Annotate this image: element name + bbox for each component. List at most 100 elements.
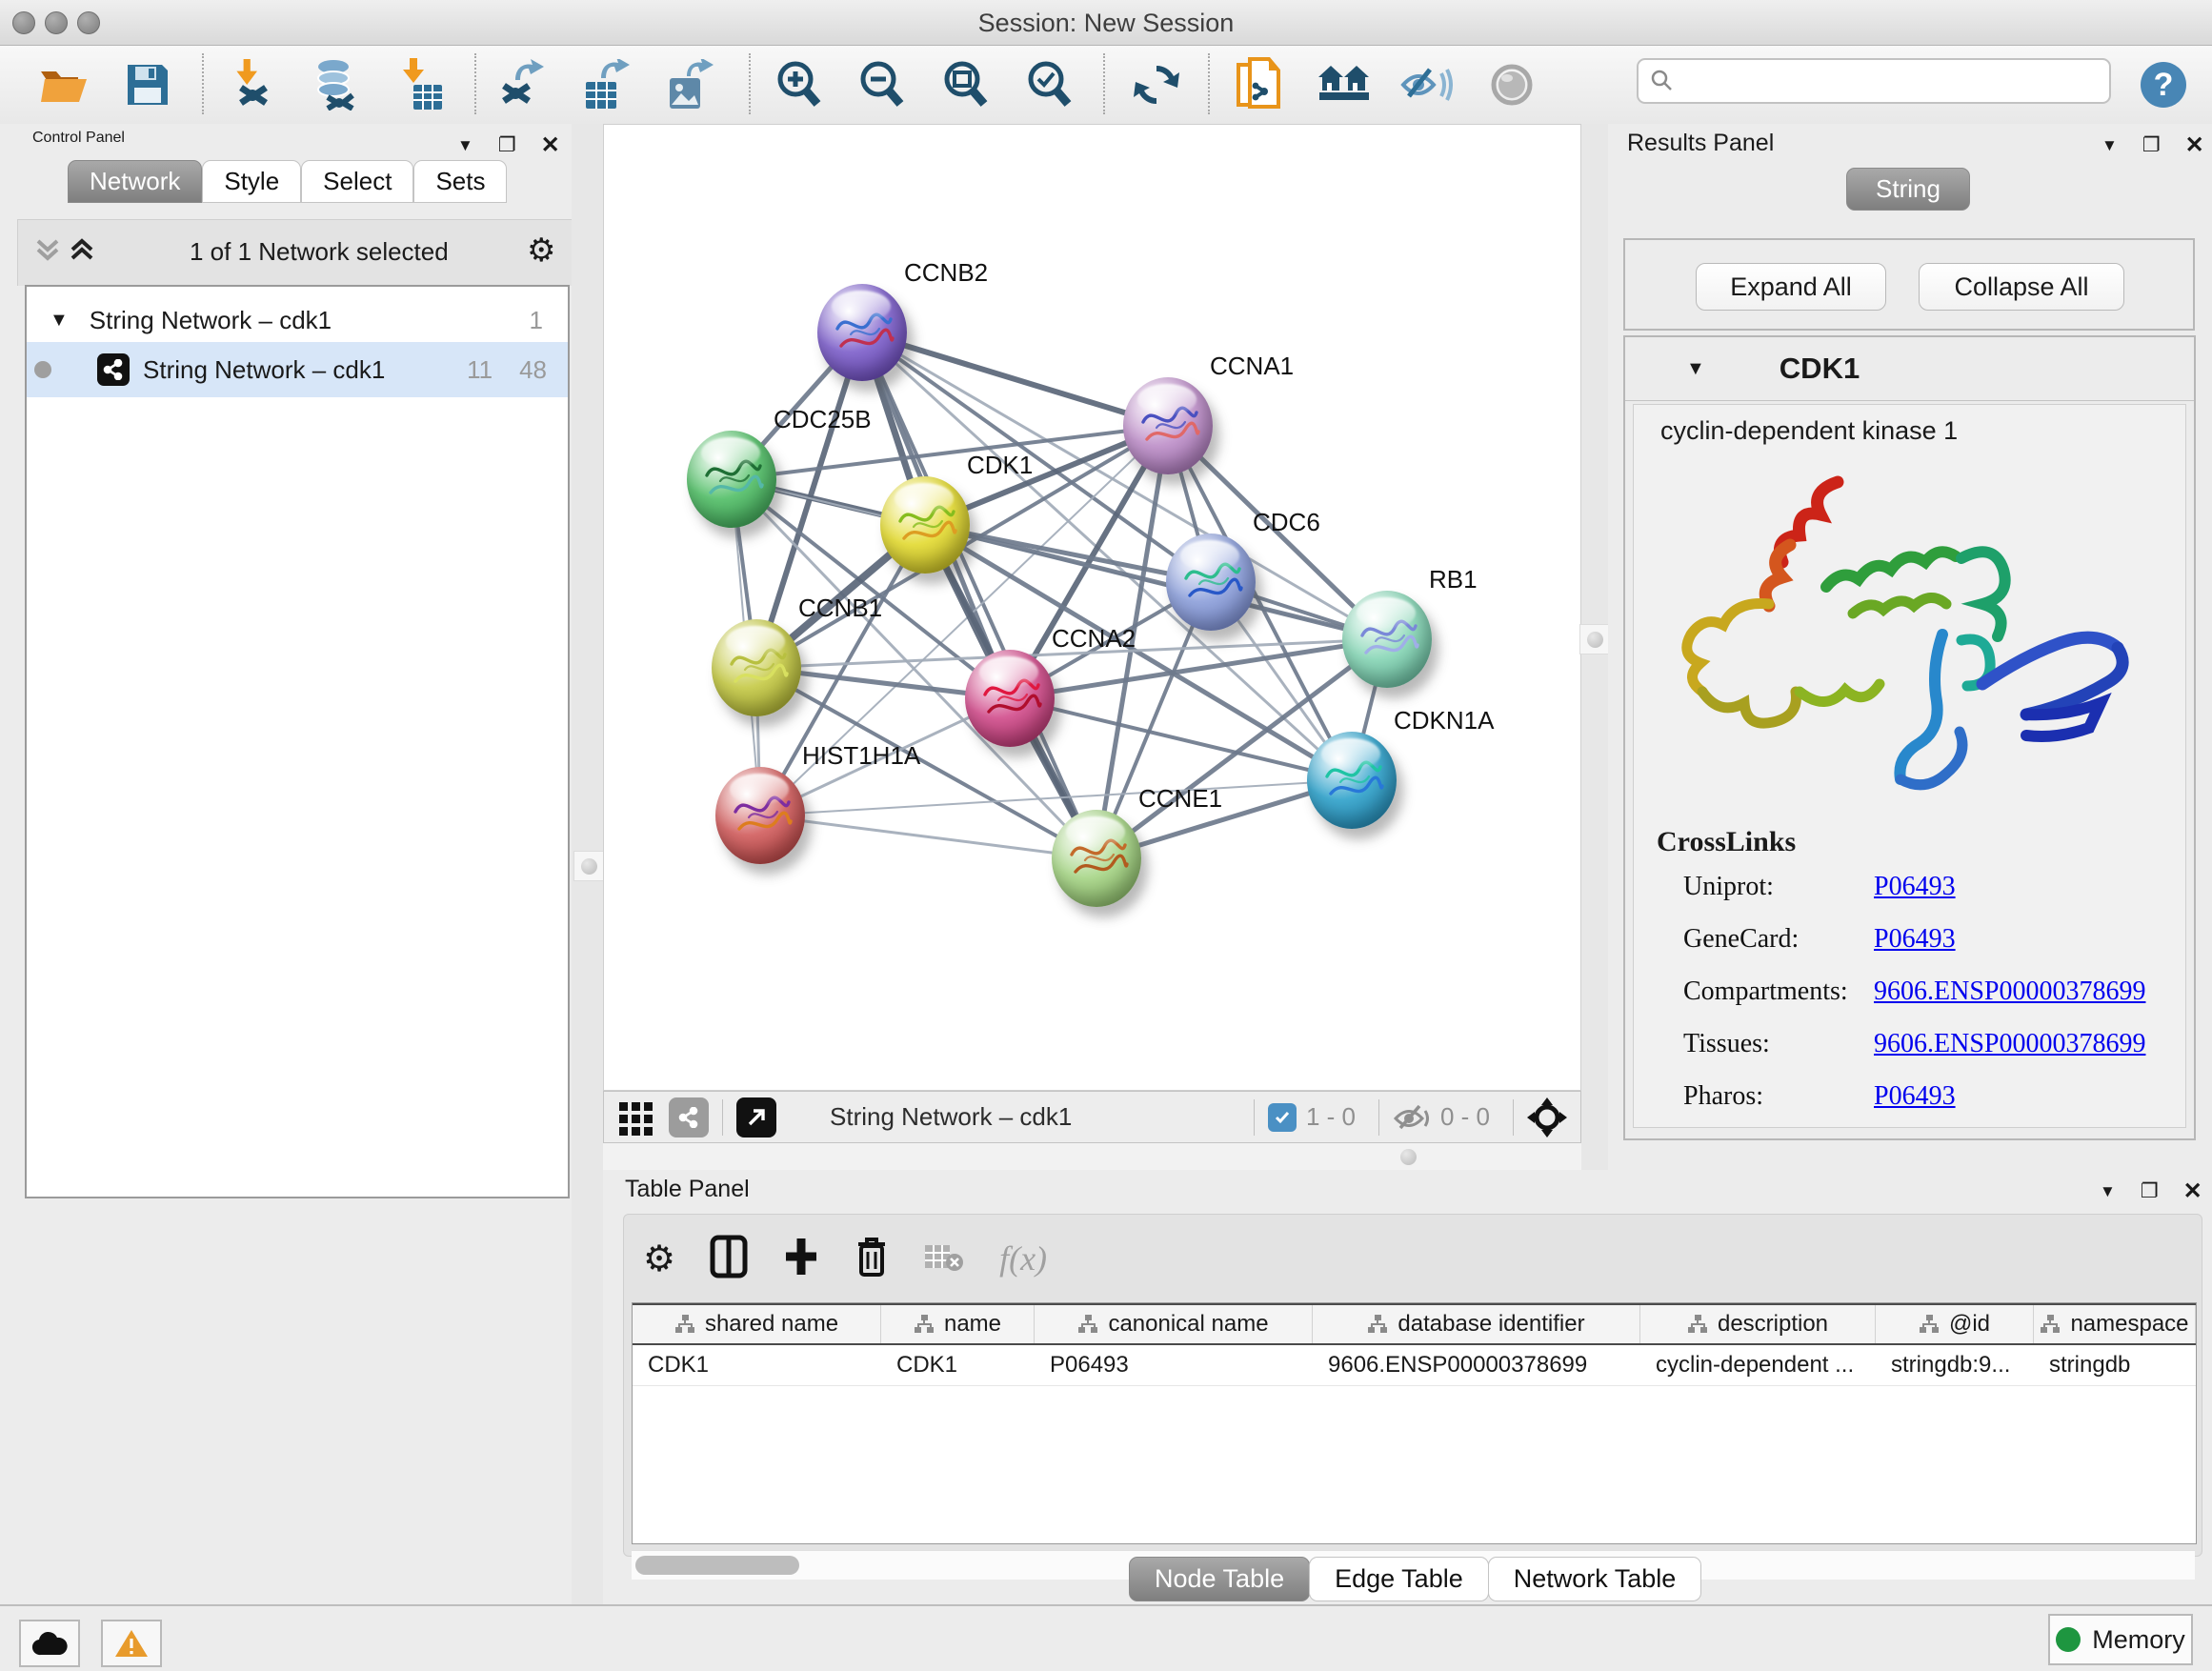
table-cell[interactable]: CDK1: [633, 1345, 881, 1385]
save-session-button[interactable]: [120, 57, 175, 112]
tab-network[interactable]: Network: [68, 160, 202, 203]
panel-close-icon[interactable]: ✕: [2185, 131, 2204, 159]
column-header-description[interactable]: description: [1640, 1305, 1876, 1343]
crosslink-link[interactable]: 9606.ENSP00000378699: [1874, 976, 2145, 1007]
export-image-button[interactable]: [661, 57, 716, 112]
network-node-ccne1[interactable]: [1052, 810, 1141, 907]
table-cell[interactable]: cyclin-dependent ...: [1640, 1345, 1876, 1385]
export-network-button[interactable]: [493, 57, 549, 112]
network-collection-row[interactable]: ▼ String Network – cdk1 1: [27, 292, 568, 348]
column-header-@id[interactable]: @id: [1876, 1305, 2034, 1343]
import-network-database-button[interactable]: [309, 57, 364, 112]
left-splitter-handle[interactable]: [573, 851, 604, 881]
export-table-button[interactable]: [577, 57, 633, 112]
open-in-window-button[interactable]: [736, 1097, 776, 1137]
panel-menu-icon[interactable]: ▼: [2100, 1182, 2116, 1201]
memory-button[interactable]: Memory: [2048, 1614, 2193, 1665]
network-node-ccna2[interactable]: [965, 650, 1055, 747]
clone-network-button[interactable]: [1231, 57, 1286, 112]
network-node-cdk1[interactable]: [880, 476, 970, 574]
table-cell[interactable]: stringdb: [2034, 1345, 2196, 1385]
search-input[interactable]: [1675, 67, 2079, 95]
tab-string[interactable]: String: [1846, 168, 1970, 211]
table-options-gear-icon[interactable]: ⚙: [643, 1238, 675, 1280]
network-node-cdc6[interactable]: [1166, 534, 1256, 631]
tab-sets[interactable]: Sets: [413, 160, 507, 203]
node-section-header[interactable]: ▼ CDK1: [1625, 337, 2194, 401]
collection-expander-icon[interactable]: ▼: [50, 310, 69, 332]
network-badge-button[interactable]: [669, 1097, 709, 1137]
tab-select[interactable]: Select: [301, 160, 413, 203]
zoom-selected-button[interactable]: [1022, 57, 1077, 112]
collapse-all-button[interactable]: Collapse All: [1919, 263, 2124, 311]
table-row[interactable]: CDK1CDK1P064939606.ENSP00000378699cyclin…: [633, 1345, 2196, 1386]
refresh-button[interactable]: [1129, 57, 1184, 112]
open-session-button[interactable]: [36, 57, 91, 112]
panel-menu-icon[interactable]: ▼: [457, 136, 473, 155]
network-node-cdc25b[interactable]: [687, 431, 776, 528]
hide-glyphs-button[interactable]: [1398, 57, 1454, 112]
table-cell[interactable]: P06493: [1035, 1345, 1313, 1385]
network-node-ccnb1[interactable]: [712, 619, 801, 716]
warnings-button[interactable]: [101, 1620, 162, 1667]
column-header-namespace[interactable]: namespace: [2034, 1305, 2196, 1343]
show-columns-button[interactable]: [710, 1235, 748, 1283]
right-splitter[interactable]: [1581, 124, 1608, 1170]
tab-edge-table[interactable]: Edge Table: [1309, 1557, 1489, 1601]
network-node-hist1h1a[interactable]: [715, 767, 805, 864]
column-header-canonical-name[interactable]: canonical name: [1035, 1305, 1313, 1343]
table-cell[interactable]: 9606.ENSP00000378699: [1313, 1345, 1640, 1385]
expand-all-networks-icon[interactable]: [70, 235, 94, 269]
string-home-button[interactable]: [1317, 57, 1372, 112]
function-builder-button[interactable]: f(x): [999, 1238, 1047, 1278]
horizontal-splitter-handle[interactable]: [1394, 1142, 1422, 1171]
panel-float-icon[interactable]: ❐: [2142, 133, 2161, 157]
horizontal-splitter[interactable]: [603, 1143, 1581, 1170]
zoom-out-button[interactable]: [855, 57, 910, 112]
column-header-name[interactable]: name: [881, 1305, 1035, 1343]
help-button[interactable]: ?: [2136, 57, 2191, 112]
zoom-fit-button[interactable]: [938, 57, 994, 112]
network-row[interactable]: String Network – cdk1 11 48: [27, 342, 568, 397]
panel-menu-icon[interactable]: ▼: [2101, 136, 2118, 155]
panel-close-icon[interactable]: ✕: [2183, 1178, 2202, 1205]
collapse-all-networks-icon[interactable]: [35, 235, 60, 271]
network-node-ccna1[interactable]: [1123, 377, 1213, 474]
network-canvas[interactable]: CCNB2 CCNA1 CDC25B CDK1: [603, 124, 1581, 1091]
network-node-cdkn1a[interactable]: [1307, 732, 1397, 829]
delete-table-button[interactable]: [923, 1239, 965, 1278]
birds-eye-view-button[interactable]: [1527, 1097, 1567, 1137]
column-header-shared-name[interactable]: shared name: [633, 1305, 881, 1343]
show-graphics-button[interactable]: [1484, 57, 1539, 112]
delete-column-button[interactable]: [855, 1235, 889, 1283]
crosslink-link[interactable]: P06493: [1874, 1081, 1956, 1112]
add-column-button[interactable]: [782, 1235, 820, 1283]
tab-node-table[interactable]: Node Table: [1129, 1557, 1310, 1601]
import-network-file-button[interactable]: [225, 57, 280, 112]
network-node-rb1[interactable]: [1342, 591, 1432, 688]
cloud-button[interactable]: [19, 1620, 80, 1667]
column-header-database-identifier[interactable]: database identifier: [1313, 1305, 1640, 1343]
right-splitter-handle[interactable]: [1579, 624, 1610, 654]
tab-style[interactable]: Style: [202, 160, 301, 203]
left-splitter[interactable]: [572, 124, 603, 1604]
section-expander-icon[interactable]: ▼: [1686, 358, 1705, 380]
panel-float-icon[interactable]: ❐: [498, 133, 516, 157]
search-field[interactable]: [1637, 58, 2111, 104]
crosslink-link[interactable]: 9606.ENSP00000378699: [1874, 1029, 2145, 1059]
table-cell[interactable]: CDK1: [881, 1345, 1035, 1385]
network-options-gear-icon[interactable]: ⚙: [527, 232, 555, 270]
crosslink-link[interactable]: P06493: [1874, 872, 1956, 902]
network-node-ccnb2[interactable]: [817, 284, 907, 381]
selected-checkbox-icon[interactable]: [1268, 1103, 1297, 1132]
node-table[interactable]: shared name name canonical name database…: [632, 1302, 2197, 1544]
tab-network-table[interactable]: Network Table: [1488, 1557, 1702, 1601]
table-cell[interactable]: stringdb:9...: [1876, 1345, 2034, 1385]
grid-view-button[interactable]: [617, 1098, 655, 1137]
expand-all-button[interactable]: Expand All: [1696, 263, 1886, 311]
zoom-in-button[interactable]: [772, 57, 827, 112]
panel-float-icon[interactable]: ❐: [2141, 1179, 2159, 1203]
crosslink-link[interactable]: P06493: [1874, 924, 1956, 955]
table-h-scrollbar-thumb[interactable]: [635, 1556, 799, 1575]
panel-close-icon[interactable]: ✕: [541, 131, 560, 159]
